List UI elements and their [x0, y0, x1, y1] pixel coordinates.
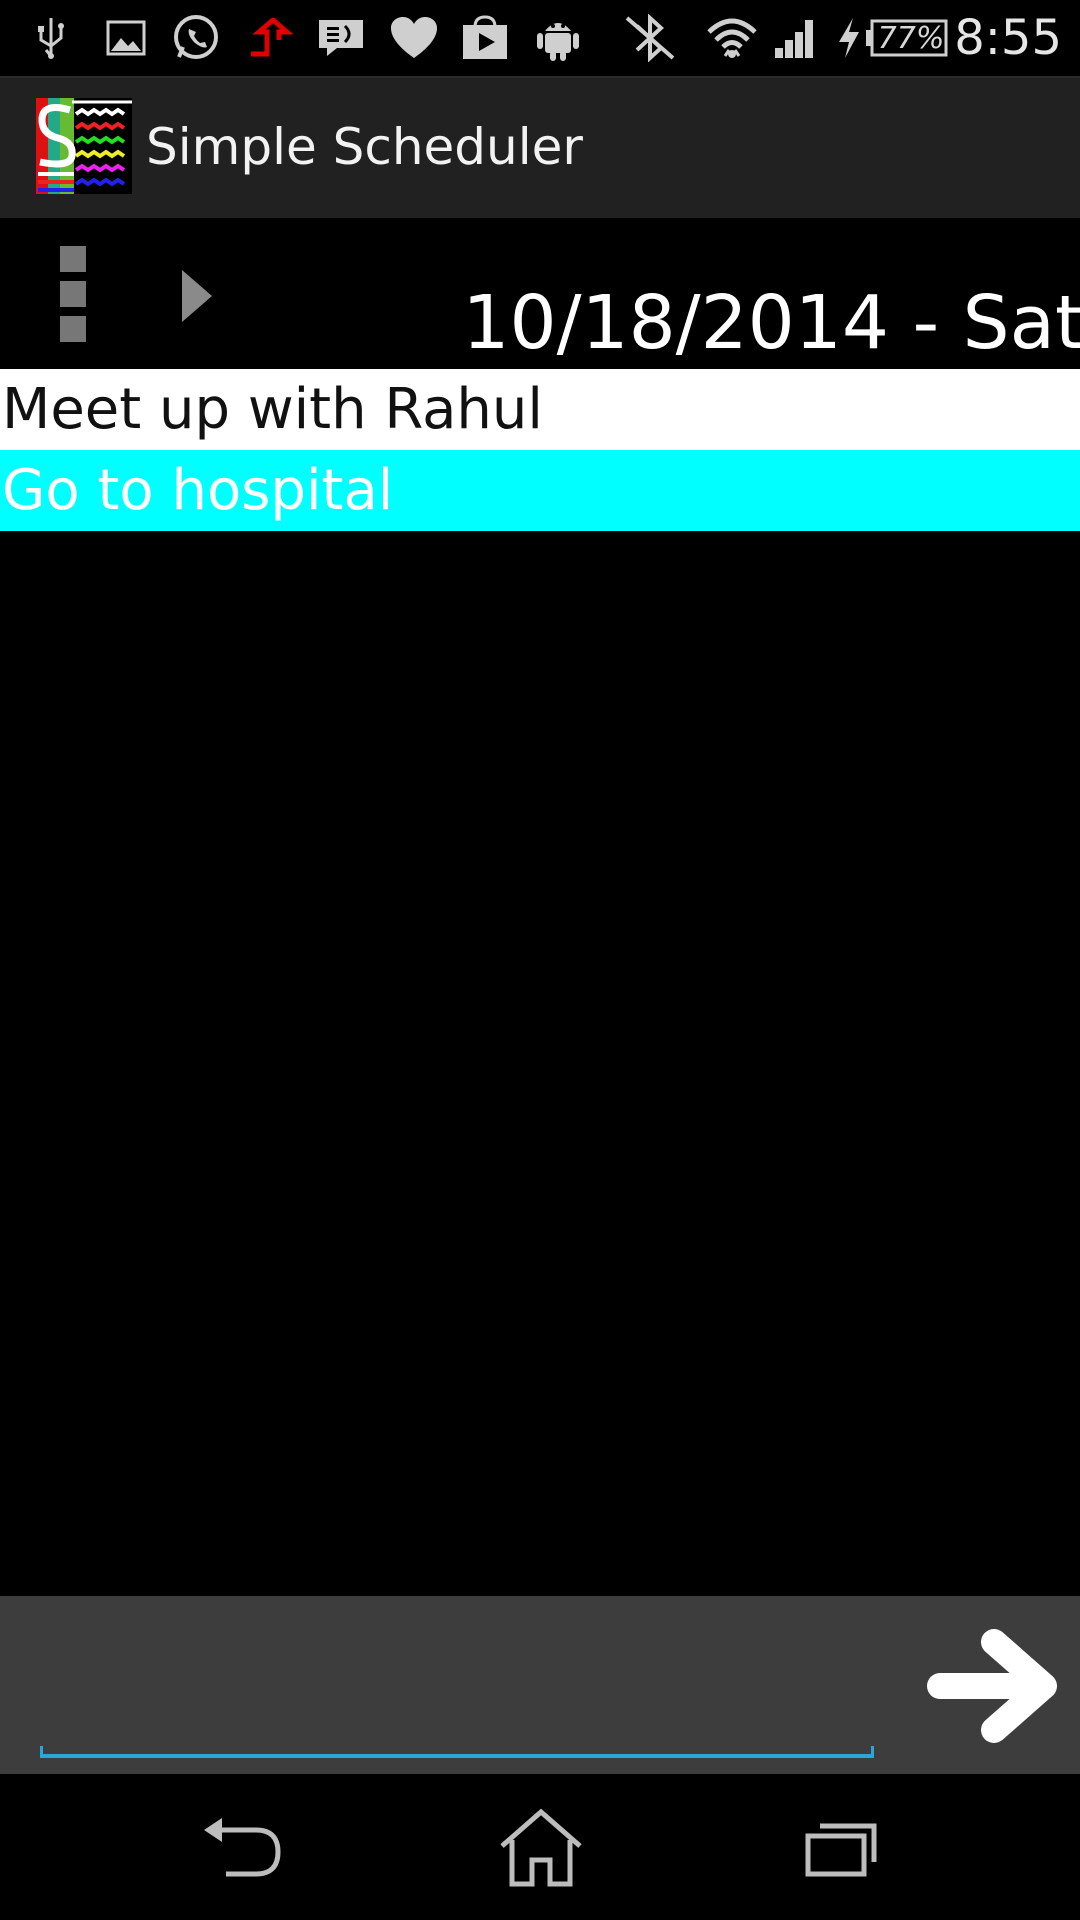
- list-item[interactable]: Meet up with Rahul: [0, 369, 1080, 450]
- home-button[interactable]: [486, 1806, 596, 1890]
- recent-apps-icon: [805, 1823, 877, 1877]
- app-title: Simple Scheduler: [146, 118, 583, 176]
- overflow-menu-icon[interactable]: [60, 246, 88, 342]
- upload-icon: [246, 16, 294, 60]
- heart-icon: [388, 16, 440, 60]
- usb-icon: [34, 16, 68, 60]
- current-date[interactable]: 10/18/2014 - Sat: [462, 280, 1080, 366]
- home-icon: [500, 1808, 582, 1887]
- gallery-icon: [104, 16, 148, 60]
- submit-button[interactable]: [926, 1628, 1062, 1744]
- recent-apps-button[interactable]: [786, 1806, 896, 1890]
- wifi-icon: [706, 16, 758, 60]
- whatsapp-icon: [170, 15, 222, 60]
- task-list: Meet up with Rahul Go to hospital: [0, 369, 1080, 531]
- task-input[interactable]: [40, 1616, 878, 1758]
- play-arrow-icon: [182, 270, 212, 322]
- battery-icon: 77%: [866, 16, 950, 60]
- play-store-icon: [460, 15, 510, 60]
- back-icon: [204, 1818, 281, 1877]
- bluetooth-off-icon: [622, 14, 678, 62]
- input-underline: [40, 1746, 874, 1758]
- back-button[interactable]: [186, 1806, 296, 1890]
- list-item[interactable]: Go to hospital: [0, 450, 1080, 531]
- app-logo-icon: [36, 98, 132, 194]
- android-icon: [534, 16, 582, 61]
- navigation-bar: [0, 1776, 1080, 1920]
- signal-icon: [772, 16, 820, 60]
- input-bar: [0, 1596, 1080, 1774]
- arrow-right-icon: [927, 1629, 1057, 1743]
- battery-percent: 77%: [877, 20, 945, 56]
- next-day-button[interactable]: [178, 268, 218, 324]
- clock: 8:55: [954, 10, 1062, 66]
- status-bar: 77% 8:55: [0, 0, 1080, 78]
- charging-icon: [834, 16, 864, 60]
- date-toolbar: 10/18/2014 - Sat: [0, 220, 1080, 368]
- action-bar: Simple Scheduler: [0, 78, 1080, 218]
- message-icon: [316, 16, 366, 60]
